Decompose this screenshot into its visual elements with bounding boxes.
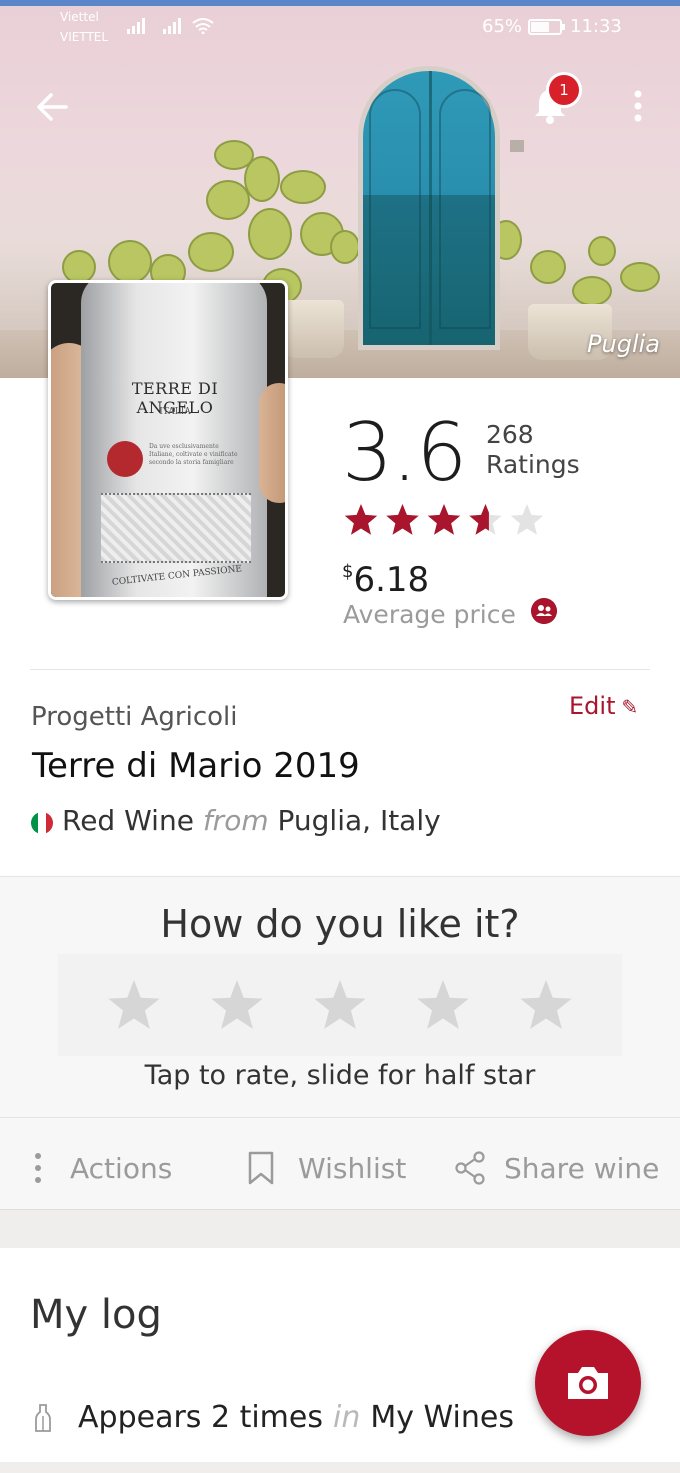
cactus-pad <box>62 250 96 284</box>
rate-hint: Tap to rate, slide for half star <box>144 1060 536 1091</box>
cactus-pad <box>330 230 360 264</box>
cactus-pad <box>188 232 234 272</box>
collection-name: My Wines <box>370 1400 514 1435</box>
in-word: in <box>332 1400 361 1435</box>
divider <box>0 1117 680 1118</box>
divider <box>30 669 650 670</box>
rating-count: 268 <box>486 420 534 449</box>
battery-icon <box>528 19 565 35</box>
edit-label: Edit <box>569 692 616 720</box>
camera-scan-button[interactable] <box>535 1330 641 1436</box>
price-amount: 6.18 <box>353 560 430 600</box>
currency-symbol: $ <box>342 561 354 582</box>
signal-icon <box>163 18 181 34</box>
italy-flag-icon <box>31 812 53 834</box>
carrier-primary: Viettel <box>60 10 99 24</box>
label-ornament <box>101 493 251 563</box>
more-vertical-icon[interactable] <box>624 86 652 126</box>
cactus-pad <box>572 276 612 306</box>
bottom-edge <box>0 1462 680 1473</box>
blue-door <box>358 66 500 350</box>
wax-seal <box>107 441 143 477</box>
average-rating: 3.6 <box>342 406 467 499</box>
cactus-pad <box>108 240 152 284</box>
rate-stars-widget[interactable] <box>58 954 622 1056</box>
rating-count-label: Ratings <box>486 450 580 479</box>
rating-star-empty <box>510 504 544 535</box>
winery-name[interactable]: Progetti Agricoli <box>31 702 237 732</box>
cactus-pad <box>206 180 250 220</box>
rate-star-3[interactable] <box>312 977 368 1033</box>
planter-pot <box>282 300 344 358</box>
wine-title: Terre di Mario 2019 <box>32 746 360 786</box>
bottle-label-text: Da uve esclusivamente Italiane, coltivat… <box>149 443 238 466</box>
appears-in-my-wines[interactable]: Appears 2 times in My Wines <box>34 1400 514 1435</box>
actions-button[interactable]: Actions <box>28 1148 172 1188</box>
signal-icon <box>127 18 145 34</box>
bottle-icon <box>35 1403 51 1432</box>
more-vertical-icon <box>35 1153 41 1183</box>
camera-icon <box>568 1367 608 1399</box>
wishlist-button[interactable]: Wishlist <box>246 1148 406 1188</box>
wall-switch <box>510 140 524 152</box>
clock: 11:33 <box>570 16 622 37</box>
wine-origin: Red Wine from Puglia, Italy <box>62 804 441 837</box>
hero-top-edge <box>0 0 680 6</box>
wine-region[interactable]: Puglia, Italy <box>278 804 441 837</box>
average-price: $6.18 <box>342 560 429 600</box>
section-gap <box>0 1210 680 1248</box>
rate-star-1[interactable] <box>106 977 162 1033</box>
rate-star-2[interactable] <box>209 977 265 1033</box>
battery-percent: 65% <box>482 16 523 37</box>
rate-question: How do you like it? <box>160 902 520 946</box>
edit-button[interactable]: Edit ✎ <box>569 692 638 720</box>
average-rating-stars <box>344 504 544 535</box>
rating-star-filled <box>386 504 419 535</box>
actions-label: Actions <box>70 1151 173 1185</box>
wifi-icon <box>192 18 214 34</box>
notification-badge: 1 <box>546 72 582 108</box>
cactus-pad <box>248 208 292 260</box>
cactus-pad <box>620 262 660 292</box>
rate-star-5[interactable] <box>518 977 574 1033</box>
from-word: from <box>202 804 269 837</box>
share-icon <box>455 1151 485 1185</box>
region-tag: Puglia <box>587 330 660 358</box>
cactus-pad <box>280 170 326 204</box>
pencil-icon: ✎ <box>621 695 639 719</box>
rate-star-4[interactable] <box>415 977 471 1033</box>
bottle-label-country: ITALIA <box>159 407 191 417</box>
bookmark-icon <box>248 1151 274 1185</box>
community-price-icon[interactable] <box>531 598 557 624</box>
appears-count: Appears 2 times <box>78 1400 323 1435</box>
cactus-pad <box>530 250 566 284</box>
share-wine-label: Share wine <box>504 1151 660 1185</box>
status-bar: Viettel VIETTEL 65% 11:33 <box>0 8 680 44</box>
wine-type[interactable]: Red Wine <box>62 804 194 837</box>
bottle-photo[interactable]: TERRE DI ANGELO ITALIA Da uve esclusivam… <box>48 280 288 600</box>
cactus-pad <box>588 236 616 266</box>
rating-star-filled <box>427 504 461 535</box>
arrow-left-icon[interactable] <box>30 84 76 130</box>
average-price-label: Average price <box>343 600 516 629</box>
wishlist-label: Wishlist <box>298 1151 407 1185</box>
share-wine-button[interactable]: Share wine <box>454 1148 659 1188</box>
carrier-secondary: VIETTEL <box>60 30 109 44</box>
my-log-title: My log <box>30 1292 162 1338</box>
rating-star-filled <box>344 504 378 535</box>
